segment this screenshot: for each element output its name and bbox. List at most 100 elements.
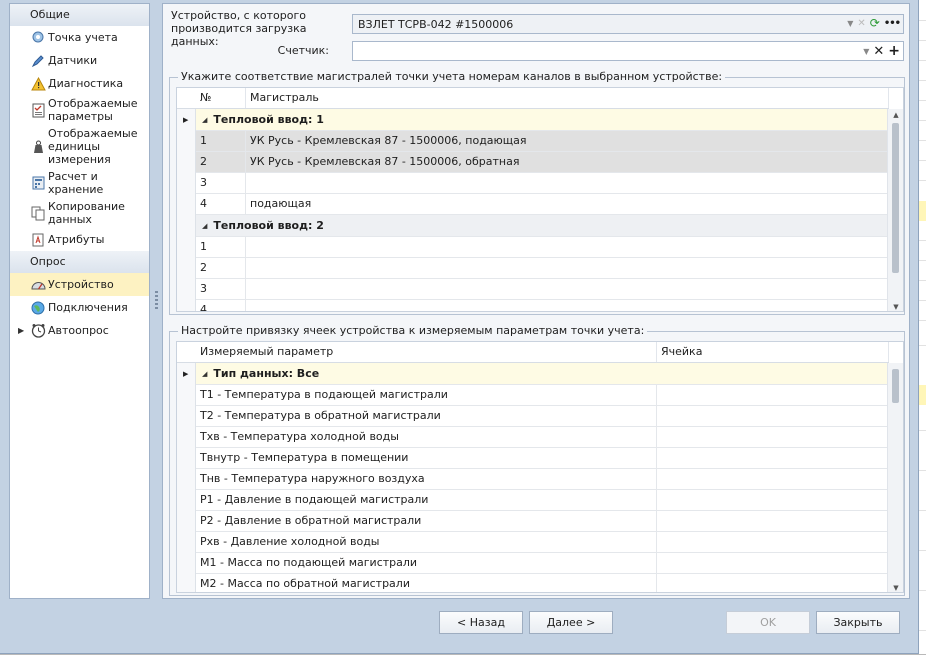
copy-icon <box>30 205 46 221</box>
background-window-edge <box>0 654 926 669</box>
wizard-dialog: Общие Точка учета Датчики Диагностика От… <box>0 0 919 654</box>
document-attribute-icon <box>30 232 46 248</box>
table-row[interactable]: M1 - Масса по подающей магистрали <box>196 553 889 574</box>
params-grid: Измеряемый параметр Ячейка ▶ ◢ Тип данны… <box>176 341 904 593</box>
scroll-down-icon[interactable]: ▼ <box>888 303 903 311</box>
nav-item-label: Диагностика <box>48 77 124 90</box>
counter-select[interactable]: ▼ ✕ + <box>352 41 904 61</box>
table-row[interactable]: Рхв - Давление холодной воды <box>196 532 889 553</box>
clock-icon <box>30 323 46 339</box>
table-row[interactable]: M2 - Масса по обратной магистрали <box>196 574 889 592</box>
ok-button[interactable]: OK <box>726 611 810 634</box>
nav-item-label: Устройство <box>48 278 114 291</box>
nav-item-auto-poll[interactable]: ▶ Автоопрос <box>10 319 149 342</box>
dropdown-arrow-icon[interactable]: ▼ <box>847 19 853 28</box>
pen-sensor-icon <box>30 53 46 69</box>
location-pin-icon <box>30 30 46 46</box>
nav-item-device[interactable]: Устройство <box>10 273 149 296</box>
clear-icon[interactable]: ✕ <box>873 44 884 59</box>
nav-group-general[interactable]: Общие <box>10 4 149 26</box>
mains-groupbox: Укажите соответствие магистралей точки у… <box>169 70 905 315</box>
mains-group-title: Укажите соответствие магистралей точки у… <box>178 70 726 84</box>
table-row[interactable]: T1 - Температура в подающей магистрали <box>196 385 889 406</box>
scrollbar-thumb[interactable] <box>892 123 899 273</box>
gauge-icon <box>30 277 46 293</box>
table-row[interactable]: 2 УК Русь - Кремлевская 87 - 1500006, об… <box>196 152 889 173</box>
scroll-up-icon[interactable]: ▲ <box>888 111 903 119</box>
nav-item-label: Расчет и хранение <box>48 170 104 196</box>
table-row[interactable]: Твнутр - Температура в помещении <box>196 448 889 469</box>
nav-item-copy-data[interactable]: Копирование данных <box>10 198 149 228</box>
nav-item-label: Автоопрос <box>48 324 109 337</box>
table-row[interactable]: Тхв - Температура холодной воды <box>196 427 889 448</box>
table-row[interactable]: 4 подающая <box>196 194 889 215</box>
table-row[interactable]: 2 <box>196 258 889 279</box>
dropdown-arrow-icon[interactable]: ▼ <box>863 47 869 56</box>
background-window-edge <box>919 0 926 669</box>
row-pointer-icon: ▶ <box>183 116 189 124</box>
group-row-heat-input-2[interactable]: ◢ Тепловой ввод: 2 <box>196 215 889 237</box>
weight-icon <box>30 139 46 155</box>
scroll-down-icon[interactable]: ▼ <box>888 584 903 592</box>
expand-arrow-icon[interactable]: ▶ <box>18 326 24 335</box>
table-row[interactable]: P1 - Давление в подающей магистрали <box>196 490 889 511</box>
nav-item-metering-point[interactable]: Точка учета <box>10 26 149 49</box>
column-header-number[interactable]: № <box>196 88 246 108</box>
nav-item-label: Подключения <box>48 301 128 314</box>
nav-item-attributes[interactable]: Атрибуты <box>10 228 149 251</box>
nav-item-sensors[interactable]: Датчики <box>10 49 149 72</box>
counter-label: Счетчик: <box>277 44 329 57</box>
table-row[interactable]: 3 <box>196 279 889 300</box>
nav-item-connections[interactable]: Подключения <box>10 296 149 319</box>
group-row-heat-input-1[interactable]: ◢ Тепловой ввод: 1 <box>196 109 889 131</box>
column-header-param[interactable]: Измеряемый параметр <box>196 342 657 362</box>
device-select-value: ВЗЛЕТ ТСРВ-042 #1500006 <box>358 17 514 31</box>
table-row[interactable]: P2 - Давление в обратной магистрали <box>196 511 889 532</box>
collapse-triangle-icon[interactable]: ◢ <box>202 222 207 230</box>
more-icon[interactable]: ••• <box>884 18 901 29</box>
params-group-title: Настройте привязку ячеек устройства к из… <box>178 324 648 338</box>
row-pointer-icon: ▶ <box>183 370 189 378</box>
nav-item-units[interactable]: Отображаемые единицы измерения <box>10 125 149 168</box>
nav-item-label: Атрибуты <box>48 233 105 246</box>
nav-item-label: Отображаемые параметры <box>48 97 138 123</box>
scrollbar-thumb[interactable] <box>892 369 899 403</box>
params-grid-scrollbar[interactable]: ▼ <box>887 363 903 592</box>
table-row[interactable]: 4 <box>196 300 889 311</box>
collapse-triangle-icon[interactable]: ◢ <box>202 116 207 124</box>
nav-group-polling[interactable]: Опрос <box>10 251 149 273</box>
refresh-icon[interactable]: ⟳ <box>870 16 880 30</box>
warning-icon <box>30 76 46 92</box>
table-row[interactable]: 3 <box>196 173 889 194</box>
splitter-handle[interactable] <box>155 291 158 309</box>
clear-icon[interactable]: ✕ <box>857 18 865 29</box>
nav-item-displayed-params[interactable]: Отображаемые параметры <box>10 95 149 125</box>
table-row[interactable]: Тнв - Температура наружного воздуха <box>196 469 889 490</box>
nav-item-label: Копирование данных <box>48 200 125 226</box>
nav-item-diagnostics[interactable]: Диагностика <box>10 72 149 95</box>
group-row-data-type[interactable]: ◢ Тип данных: Все <box>196 363 889 385</box>
mains-grid-header: № Магистраль <box>177 88 889 109</box>
nav-item-label: Датчики <box>48 54 98 67</box>
table-row[interactable]: 1 УК Русь - Кремлевская 87 - 1500006, по… <box>196 131 889 152</box>
mains-grid: № Магистраль ▶ ◢ Тепловой ввод: 1 1 УК Р… <box>176 87 904 312</box>
column-header-cell[interactable]: Ячейка <box>657 342 889 362</box>
device-select[interactable]: ВЗЛЕТ ТСРВ-042 #1500006 ▼ ✕ ⟳ ••• <box>352 14 904 34</box>
back-button[interactable]: < Назад <box>439 611 523 634</box>
params-grid-header: Измеряемый параметр Ячейка <box>177 342 889 363</box>
nav-item-label: Отображаемые единицы измерения <box>48 127 138 166</box>
device-label: Устройство, с которого производится загр… <box>171 9 307 48</box>
next-button[interactable]: Далее > <box>529 611 613 634</box>
close-button[interactable]: Закрыть <box>816 611 900 634</box>
collapse-triangle-icon[interactable]: ◢ <box>202 370 207 378</box>
nav-item-calc-storage[interactable]: Расчет и хранение <box>10 168 149 198</box>
add-icon[interactable]: + <box>888 43 900 59</box>
params-groupbox: Настройте привязку ячеек устройства к из… <box>169 324 905 596</box>
calculator-icon <box>30 175 46 191</box>
column-header-main[interactable]: Магистраль <box>246 88 889 108</box>
nav-item-label: Точка учета <box>48 31 118 44</box>
table-row[interactable]: 1 <box>196 237 889 258</box>
mains-grid-scrollbar[interactable]: ▲ ▼ <box>887 109 903 311</box>
table-row[interactable]: T2 - Температура в обратной магистрали <box>196 406 889 427</box>
globe-icon <box>30 300 46 316</box>
